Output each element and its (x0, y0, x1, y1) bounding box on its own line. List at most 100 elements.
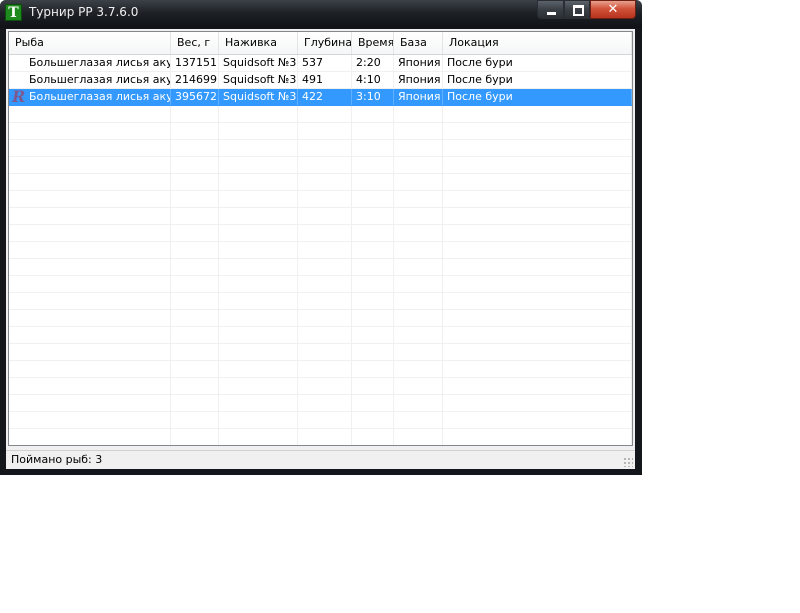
empty-row (9, 310, 632, 327)
column-header-weight[interactable]: Вес, г (171, 32, 219, 54)
empty-cell (171, 310, 219, 326)
empty-cell (394, 225, 443, 241)
empty-cell (443, 259, 632, 275)
empty-cell (9, 123, 171, 139)
empty-cell (394, 429, 443, 445)
empty-cell (171, 361, 219, 377)
empty-cell (171, 123, 219, 139)
empty-cell (9, 293, 171, 309)
cell-location: После бури (443, 89, 632, 105)
column-header-location[interactable]: Локация (443, 32, 632, 54)
empty-cell (352, 327, 394, 343)
empty-row (9, 276, 632, 293)
empty-cell (352, 378, 394, 394)
empty-cell (443, 378, 632, 394)
maximize-button[interactable] (564, 0, 590, 19)
cell-depth: 422 (298, 89, 352, 105)
empty-cell (352, 259, 394, 275)
cell-depth: 537 (298, 55, 352, 71)
empty-cell (298, 395, 352, 411)
empty-cell (171, 429, 219, 445)
empty-cell (352, 242, 394, 258)
empty-cell (171, 106, 219, 122)
empty-cell (219, 276, 298, 292)
column-header-time[interactable]: Время (352, 32, 394, 54)
cell-fish: Большеглазая лисья акула (9, 55, 171, 71)
title-bar[interactable]: T Турнир РР 3.7.6.0 ✕ (0, 0, 642, 28)
cell-bait: Squidsoft №3 (219, 55, 298, 71)
cell-location: После бури (443, 72, 632, 88)
column-header-base[interactable]: База (394, 32, 443, 54)
cell-depth: 491 (298, 72, 352, 88)
cell-weight: 137151 (171, 55, 219, 71)
client-area: Рыба Вес, г Наживка Глубина Время База Л… (6, 29, 635, 469)
empty-row (9, 327, 632, 344)
empty-cell (9, 429, 171, 445)
caption-buttons: ✕ (537, 0, 636, 20)
empty-cell (9, 378, 171, 394)
empty-cell (352, 344, 394, 360)
empty-cell (171, 208, 219, 224)
empty-cell (171, 276, 219, 292)
empty-cell (219, 225, 298, 241)
empty-cell (171, 242, 219, 258)
empty-cell (352, 395, 394, 411)
empty-row (9, 191, 632, 208)
column-header-fish[interactable]: Рыба (9, 32, 171, 54)
close-icon: ✕ (607, 2, 619, 17)
empty-cell (298, 310, 352, 326)
empty-cell (171, 395, 219, 411)
empty-cell (171, 293, 219, 309)
column-header-depth[interactable]: Глубина (298, 32, 352, 54)
list-header: Рыба Вес, г Наживка Глубина Время База Л… (9, 32, 632, 55)
close-button[interactable]: ✕ (590, 0, 636, 19)
cell-fish: Большеглазая лисья акула (9, 72, 171, 88)
cell-time: 2:20 (352, 55, 394, 71)
empty-cell (394, 123, 443, 139)
empty-row (9, 157, 632, 174)
empty-cell (219, 208, 298, 224)
empty-cell (352, 412, 394, 428)
empty-cell (171, 378, 219, 394)
empty-cell (352, 310, 394, 326)
empty-cell (443, 395, 632, 411)
table-row[interactable]: Большеглазая лисья акула 137151 Squidsof… (9, 55, 632, 72)
empty-cell (298, 208, 352, 224)
empty-row (9, 225, 632, 242)
empty-cell (9, 242, 171, 258)
minimize-button[interactable] (537, 0, 564, 19)
window-title: Турнир РР 3.7.6.0 (29, 5, 139, 19)
empty-cell (394, 310, 443, 326)
empty-cell (298, 327, 352, 343)
resize-grip[interactable] (623, 457, 633, 467)
empty-cell (443, 123, 632, 139)
empty-cell (9, 395, 171, 411)
empty-cell (9, 157, 171, 173)
app-window: T Турнир РР 3.7.6.0 ✕ Рыба Вес, г Наживк… (0, 0, 642, 475)
empty-cell (394, 259, 443, 275)
empty-cell (443, 191, 632, 207)
empty-row (9, 293, 632, 310)
empty-cell (352, 123, 394, 139)
empty-cell (394, 276, 443, 292)
empty-cell (394, 293, 443, 309)
empty-cell (394, 361, 443, 377)
empty-cell (394, 191, 443, 207)
empty-cell (219, 259, 298, 275)
app-icon[interactable]: T (5, 4, 22, 21)
empty-cell (9, 174, 171, 190)
column-header-bait[interactable]: Наживка (219, 32, 298, 54)
empty-cell (394, 378, 443, 394)
cell-base: Япония (394, 89, 443, 105)
empty-cell (171, 327, 219, 343)
empty-cell (394, 242, 443, 258)
empty-cell (352, 157, 394, 173)
table-row[interactable]: Большеглазая лисья акула 214699 Squidsof… (9, 72, 632, 89)
empty-cell (352, 106, 394, 122)
empty-cell (394, 157, 443, 173)
empty-cell (394, 140, 443, 156)
empty-cell (171, 344, 219, 360)
fish-list[interactable]: Рыба Вес, г Наживка Глубина Время База Л… (8, 31, 633, 446)
empty-cell (9, 327, 171, 343)
table-row-selected[interactable]: R Большеглазая лисья акула 395672 Squidso… (9, 89, 632, 106)
